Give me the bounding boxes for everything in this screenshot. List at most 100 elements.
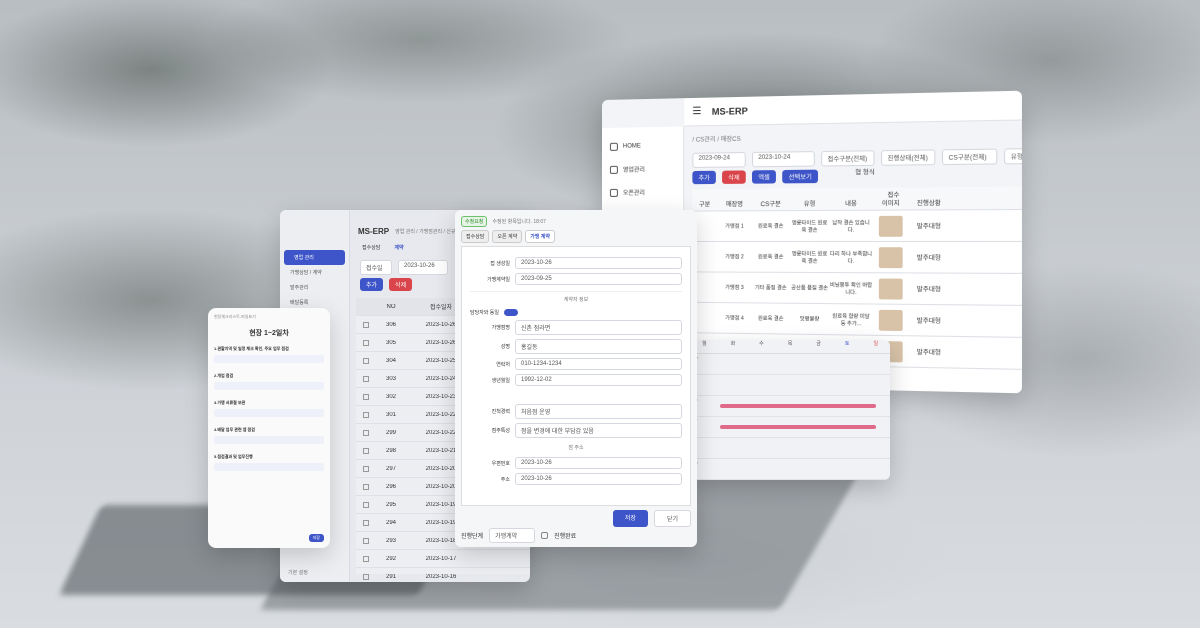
field-input[interactable]: 2023-10-26 <box>515 473 682 485</box>
complete-label: 진행완료 <box>554 534 577 540</box>
mobile-save-button[interactable]: 저장 <box>308 534 324 542</box>
form-tab[interactable]: 접수상담 <box>461 230 490 243</box>
close-button[interactable]: 닫기 <box>653 510 691 527</box>
row-checkbox[interactable] <box>356 411 376 418</box>
menu-icon <box>609 188 618 197</box>
row-cell: 발주대형 <box>916 318 941 326</box>
calendar-week: 30 <box>690 459 890 480</box>
tab[interactable]: 계약 <box>394 244 403 251</box>
row-date: 2023-10-17 <box>425 555 457 562</box>
sidebar-item-label: HOME <box>622 143 641 150</box>
field-input[interactable]: 신촌 점라면 <box>515 320 682 335</box>
date-field[interactable]: 2023-10-26 <box>398 260 448 275</box>
row-checkbox[interactable] <box>356 429 376 436</box>
field-label: 성명 <box>500 344 510 350</box>
row-cell: 원료육 결손 <box>758 254 784 261</box>
mobile-header: 현장체크리스트-파일표기 <box>214 314 256 319</box>
checklist-note[interactable] <box>214 382 324 390</box>
top-bar: ☰ MS-ERP <box>684 90 1022 127</box>
box <box>363 339 369 346</box>
table-row[interactable]: 가맹점 3 기타 품질 결손 공산품 품질 결손 비닐봉투 확인 바랍니다. 발주대형 <box>692 272 1022 306</box>
checklist-item: 4.배달 업무 관련 앱 점검 <box>214 427 324 444</box>
sidebar-item[interactable]: 영업관리 <box>602 157 683 181</box>
action-button[interactable]: 추가 <box>360 278 384 291</box>
form-tab[interactable]: 오픈 계약 <box>492 230 523 243</box>
field-input[interactable]: 1992-12-02 <box>515 374 682 386</box>
field-input[interactable]: 2023-09-25 <box>515 273 682 285</box>
mobile-title: 현장 1~2일차 <box>249 330 289 337</box>
form-row: 가맹계약일 2023-09-25 <box>470 273 682 285</box>
breadcrumb: / CS관리 / 매장CS <box>692 136 741 144</box>
row-checkbox[interactable] <box>356 519 376 526</box>
table-row[interactable]: 가맹점 2 원료육 결손 명륜타이드 원료육 결손 다리 하나 부족합니다. 발주대형 <box>692 242 1022 274</box>
sidebar-item[interactable]: 가맹상담 / 계약 <box>280 265 349 280</box>
weekday-label: 금 <box>816 341 821 347</box>
row-checkbox[interactable] <box>356 501 376 508</box>
date-from[interactable]: 2023-09-24 <box>692 152 746 168</box>
row-checkbox[interactable] <box>356 321 376 328</box>
footer-settings[interactable]: 기본 설정 <box>288 569 308 576</box>
calendar-week: 17 <box>690 417 890 438</box>
table-row[interactable]: 가맹점 4 원료육 결손 맛평불량 원료육 함량 미달 등 추가... 발주대형 <box>692 302 1022 338</box>
filter-select[interactable]: 유형(전체) <box>1004 147 1022 165</box>
toggle-switch[interactable] <box>504 309 518 316</box>
status-select[interactable]: 가맹계약 <box>489 528 536 543</box>
table-row[interactable]: 291 2023-10-16 <box>356 568 530 582</box>
row-cell: 명륜타이드 원료육 결손 <box>791 219 828 234</box>
row-checkbox[interactable] <box>356 555 376 562</box>
event-bar[interactable] <box>720 404 876 408</box>
event-bar[interactable] <box>720 425 876 429</box>
action-button[interactable]: 엑셀 <box>752 170 777 184</box>
row-no: 303 <box>385 375 396 382</box>
row-no: 293 <box>385 537 396 544</box>
filter-select[interactable]: 진행상태(전체) <box>881 149 936 166</box>
menu-icon[interactable]: ☰ <box>692 106 701 117</box>
field-label: 연락처 <box>496 361 510 368</box>
field-input[interactable]: 점을 변경에 대한 부담감 있음 <box>515 423 682 438</box>
action-button[interactable]: 삭제 <box>722 170 746 184</box>
filter-select[interactable]: 접수구분(전체) <box>821 150 875 167</box>
sidebar-item[interactable]: HOME <box>602 135 683 158</box>
field-input[interactable]: 2023-10-26 <box>515 457 682 469</box>
row-checkbox[interactable] <box>356 573 376 580</box>
field-input[interactable]: 2023-10-26 <box>515 257 682 269</box>
complete-checkbox[interactable] <box>541 532 549 539</box>
checklist-title: 5.점검결과 및 업무진행 <box>214 454 253 459</box>
checklist-note[interactable] <box>214 355 324 363</box>
row-date: 2023-10-16 <box>425 573 457 580</box>
filter-select[interactable]: CS구분(전체) <box>941 148 998 166</box>
row-no: 306 <box>385 321 396 328</box>
row-checkbox[interactable] <box>356 483 376 490</box>
checklist-note[interactable] <box>214 436 324 444</box>
date-to[interactable]: 2023-10-24 <box>751 151 815 168</box>
field-input[interactable]: 010-1234-1234 <box>515 358 682 370</box>
row-checkbox[interactable] <box>356 393 376 400</box>
status-select[interactable]: 접수일 <box>360 260 392 275</box>
form-tab[interactable]: 가맹 계약 <box>525 230 555 243</box>
sidebar-item[interactable]: 발주관리 <box>280 280 349 295</box>
thumb <box>878 246 903 268</box>
row-checkbox[interactable] <box>356 537 376 544</box>
field-input[interactable]: 홍길동 <box>515 339 682 354</box>
tab[interactable]: 접수상담 <box>362 244 380 251</box>
row-no: 296 <box>385 483 396 490</box>
row-checkbox[interactable] <box>356 465 376 472</box>
save-button[interactable]: 저장 <box>612 510 648 527</box>
sidebar-item[interactable]: 영업 관리 <box>284 250 345 265</box>
row-checkbox[interactable] <box>356 375 376 382</box>
row-checkbox[interactable] <box>356 447 376 454</box>
action-button[interactable]: 선택보기 <box>782 169 819 184</box>
sidebar-item[interactable]: 오픈관리 <box>602 180 683 204</box>
checklist-note[interactable] <box>214 409 324 417</box>
row-cell: 발주대형 <box>916 287 941 294</box>
checklist-note[interactable] <box>214 463 324 471</box>
table-row[interactable]: 가맹점 1 원료육 결손 명륜타이드 원료육 결손 납작 결손 있습니다. 발주대형 <box>692 210 1022 242</box>
form-row: 가맹점명 신촌 점라면 <box>470 320 682 335</box>
action-button[interactable]: 삭제 <box>389 278 413 291</box>
calendar-week: 15 <box>690 396 890 417</box>
action-button[interactable]: 추가 <box>692 170 716 185</box>
table-row[interactable]: 292 2023-10-17 <box>356 550 530 568</box>
row-checkbox[interactable] <box>356 357 376 364</box>
row-checkbox[interactable] <box>356 339 376 346</box>
field-input[interactable]: 처음점 운영 <box>515 404 682 419</box>
